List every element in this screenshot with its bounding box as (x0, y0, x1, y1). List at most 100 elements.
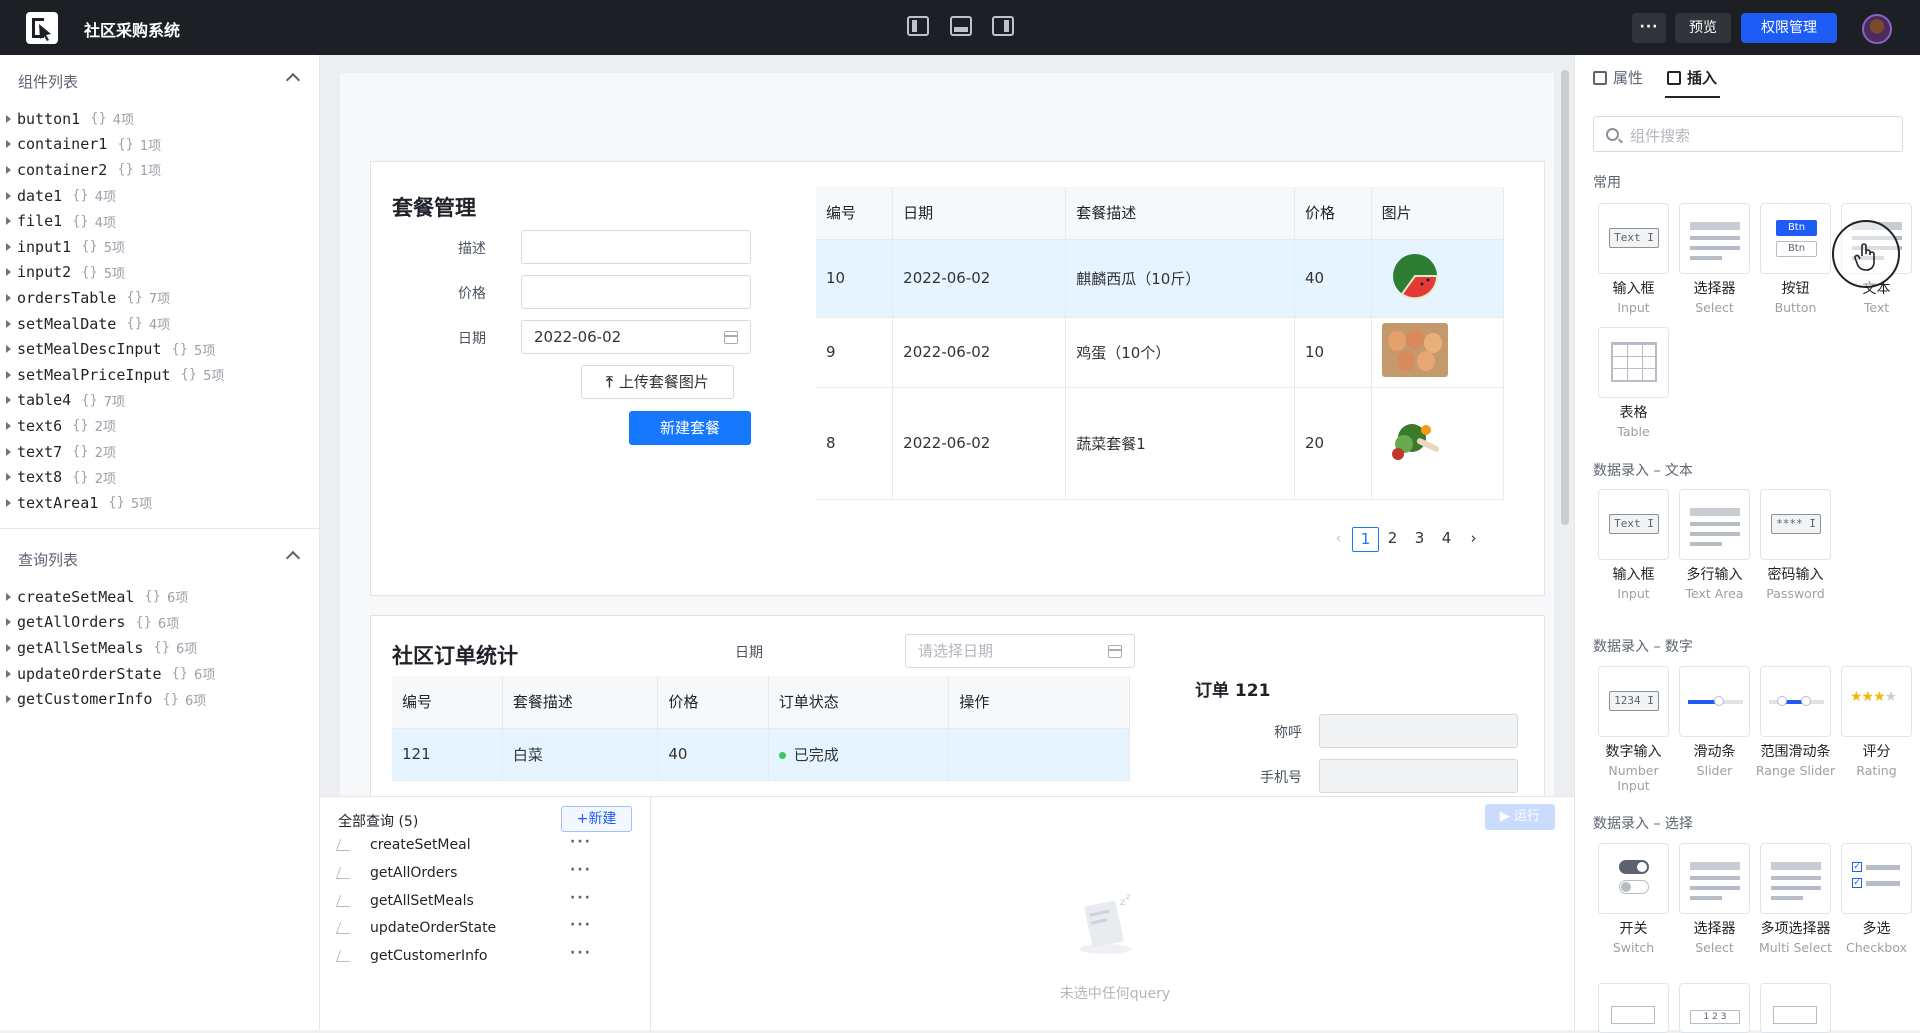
desc-input[interactable] (521, 230, 751, 264)
phone-field[interactable] (1319, 759, 1518, 793)
table-row[interactable]: 8 2022-06-02 蔬菜套餐1 20 (816, 387, 1505, 500)
query-item[interactable]: createSetMeal {} 6项 (0, 584, 320, 610)
component-tile[interactable] (1679, 489, 1750, 560)
component-item[interactable]: date1 {} 4项 (0, 183, 320, 209)
component-item[interactable]: setMealDescInput {} 5项 (0, 336, 320, 362)
component-tile[interactable] (1598, 843, 1669, 914)
expand-triangle-icon[interactable] (6, 421, 11, 430)
expand-triangle-icon[interactable] (6, 242, 11, 251)
price-input[interactable] (521, 275, 751, 309)
new-query-button[interactable]: +新建 (561, 806, 632, 832)
expand-triangle-icon[interactable] (6, 293, 11, 302)
expand-triangle-icon[interactable] (6, 396, 11, 405)
expand-triangle-icon[interactable] (6, 319, 11, 328)
permissions-button[interactable]: 权限管理 (1741, 13, 1837, 43)
table-row[interactable]: 121 白菜 40 已完成 (392, 728, 1130, 781)
query-more-icon[interactable]: ··· (570, 862, 592, 878)
component-item[interactable]: setMealPriceInput {} 5项 (0, 362, 320, 388)
component-tile[interactable] (1760, 983, 1831, 1033)
tab-properties[interactable]: 属性 (1593, 67, 1643, 88)
query-list-item[interactable]: getAllOrders ··· (335, 862, 638, 886)
create-setmeal-button[interactable]: 新建套餐 (629, 411, 751, 445)
expand-triangle-icon[interactable] (6, 618, 11, 627)
expand-triangle-icon[interactable] (6, 695, 11, 704)
component-search-input[interactable]: 组件搜索 (1593, 116, 1903, 152)
column-header[interactable]: 编号 (816, 187, 894, 240)
column-header[interactable]: 价格 (1294, 187, 1372, 240)
expand-triangle-icon[interactable] (6, 165, 11, 174)
component-item[interactable]: button1 {} 4项 (0, 106, 320, 132)
query-more-icon[interactable]: ··· (570, 945, 592, 961)
column-header[interactable]: 订单状态 (768, 676, 950, 729)
components-header[interactable]: 组件列表 (18, 71, 301, 91)
column-header[interactable]: 日期 (892, 187, 1067, 240)
toggle-bottom-panel-icon[interactable] (950, 16, 972, 36)
expand-triangle-icon[interactable] (6, 370, 11, 379)
collapse-chevron-icon[interactable] (285, 550, 301, 566)
expand-triangle-icon[interactable] (6, 669, 11, 678)
component-item[interactable]: setMealDate {} 4项 (0, 311, 320, 337)
component-item[interactable]: input2 {} 5项 (0, 260, 320, 286)
query-more-icon[interactable]: ··· (570, 890, 592, 906)
table-row[interactable]: 9 2022-06-02 鸡蛋（10个） 10 (816, 317, 1505, 388)
query-more-icon[interactable]: ··· (570, 834, 592, 850)
user-avatar[interactable] (1862, 14, 1892, 44)
query-list-item[interactable]: getCustomerInfo ··· (335, 945, 638, 969)
component-item[interactable]: input1 {} 5项 (0, 234, 320, 260)
component-tile[interactable] (1760, 843, 1831, 914)
page-number-button[interactable]: 1 (1352, 527, 1379, 552)
page-number-button[interactable]: 3 (1406, 527, 1433, 552)
query-item[interactable]: getAllOrders {} 6项 (0, 610, 320, 636)
name-field[interactable] (1319, 714, 1518, 748)
query-more-icon[interactable]: ··· (570, 917, 592, 933)
column-header[interactable]: 图片 (1371, 187, 1505, 240)
orders-date-picker[interactable]: 请选择日期 (905, 634, 1135, 668)
component-tile[interactable]: 1234 I (1598, 666, 1669, 737)
page-number-button[interactable]: 4 (1433, 527, 1460, 552)
page-number-button[interactable]: 2 (1379, 527, 1406, 552)
query-list-item[interactable]: getAllSetMeals ··· (335, 890, 638, 914)
column-header[interactable]: 套餐描述 (1065, 187, 1296, 240)
component-item[interactable]: text7 {} 2项 (0, 439, 320, 465)
query-item[interactable]: getAllSetMeals {} 6项 (0, 635, 320, 661)
component-tile[interactable]: 1 2 3 (1679, 983, 1750, 1033)
component-tile[interactable] (1679, 843, 1750, 914)
component-tile[interactable] (1679, 666, 1750, 737)
query-item[interactable]: getCustomerInfo {} 6项 (0, 686, 320, 712)
component-tile[interactable] (1679, 203, 1750, 274)
setmeal-container[interactable]: 套餐管理 描述 价格 日期 2022-06-02 ⤒ 上传套餐图片 新建套餐 编号… (370, 161, 1545, 596)
expand-triangle-icon[interactable] (6, 114, 11, 123)
preview-button[interactable]: 预览 (1675, 13, 1731, 43)
expand-triangle-icon[interactable] (6, 447, 11, 456)
column-header[interactable]: 操作 (948, 676, 1130, 729)
orders-container[interactable]: 社区订单统计 日期 请选择日期 编号 套餐描述 价格 订单状态 操作 121 白菜 40 已完… (370, 615, 1545, 796)
expand-triangle-icon[interactable] (6, 643, 11, 652)
query-list-item[interactable]: createSetMeal ··· (335, 834, 638, 858)
run-query-button[interactable]: ▶ 运行 (1485, 804, 1555, 830)
component-item[interactable]: text8 {} 2项 (0, 464, 320, 490)
component-tile[interactable]: Text I (1598, 203, 1669, 274)
query-list-item[interactable]: updateOrderState ··· (335, 917, 638, 941)
query-item[interactable]: updateOrderState {} 6项 (0, 661, 320, 687)
expand-triangle-icon[interactable] (6, 140, 11, 149)
component-tile[interactable] (1760, 666, 1831, 737)
expand-triangle-icon[interactable] (6, 191, 11, 200)
canvas-scrollbar[interactable] (1561, 70, 1569, 525)
component-item[interactable]: textArea1 {} 5项 (0, 490, 320, 516)
component-item[interactable]: ordersTable {} 7项 (0, 285, 320, 311)
expand-triangle-icon[interactable] (6, 268, 11, 277)
queries-header[interactable]: 查询列表 (18, 549, 301, 569)
component-tile[interactable]: ★★★★ (1841, 666, 1912, 737)
table-row[interactable]: 10 2022-06-02 麒麟西瓜（10斤） 40 (816, 239, 1505, 318)
toggle-right-panel-icon[interactable] (992, 16, 1014, 36)
tab-insert[interactable]: 插入 (1667, 67, 1717, 88)
component-tile[interactable]: **** I (1760, 489, 1831, 560)
component-item[interactable]: container2 {} 1项 (0, 157, 320, 183)
expand-triangle-icon[interactable] (6, 217, 11, 226)
component-tile[interactable]: ✓ ✓ (1841, 843, 1912, 914)
component-tile[interactable]: Btn Btn (1760, 203, 1831, 274)
component-item[interactable]: file1 {} 4项 (0, 208, 320, 234)
toggle-left-panel-icon[interactable] (907, 16, 929, 36)
more-button[interactable]: ··· (1632, 13, 1666, 43)
expand-triangle-icon[interactable] (6, 592, 11, 601)
